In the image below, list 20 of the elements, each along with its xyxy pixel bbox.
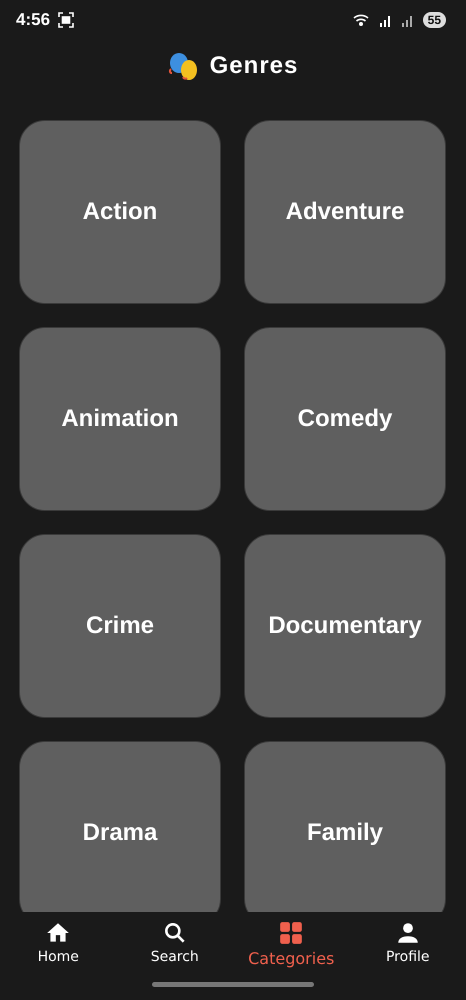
nav-tab[interactable]: Home [0, 920, 116, 968]
battery-level: 55 [422, 12, 446, 28]
nav-tab[interactable]: Profile [350, 920, 466, 968]
nav-tab[interactable]: Categories [233, 920, 350, 968]
signal-icon [400, 13, 415, 27]
genre-card[interactable]: Animation [19, 327, 221, 511]
genre-card[interactable]: Comedy [244, 327, 446, 511]
genre-card[interactable]: Action [19, 120, 221, 304]
screenshot-icon [58, 12, 74, 28]
grid-icon [278, 920, 304, 946]
genre-card[interactable]: Documentary [244, 534, 446, 718]
wifi-icon [352, 13, 371, 27]
page-title: Genres [210, 52, 298, 80]
signal-icon [378, 13, 393, 27]
genre-card[interactable]: Adventure [244, 120, 446, 304]
genre-card[interactable]: Crime [19, 534, 221, 718]
genre-card[interactable]: Drama [19, 741, 221, 912]
nav-tab[interactable]: Search [116, 920, 233, 968]
status-time: 4:56 [16, 10, 50, 30]
genre-card[interactable]: Family [244, 741, 446, 912]
